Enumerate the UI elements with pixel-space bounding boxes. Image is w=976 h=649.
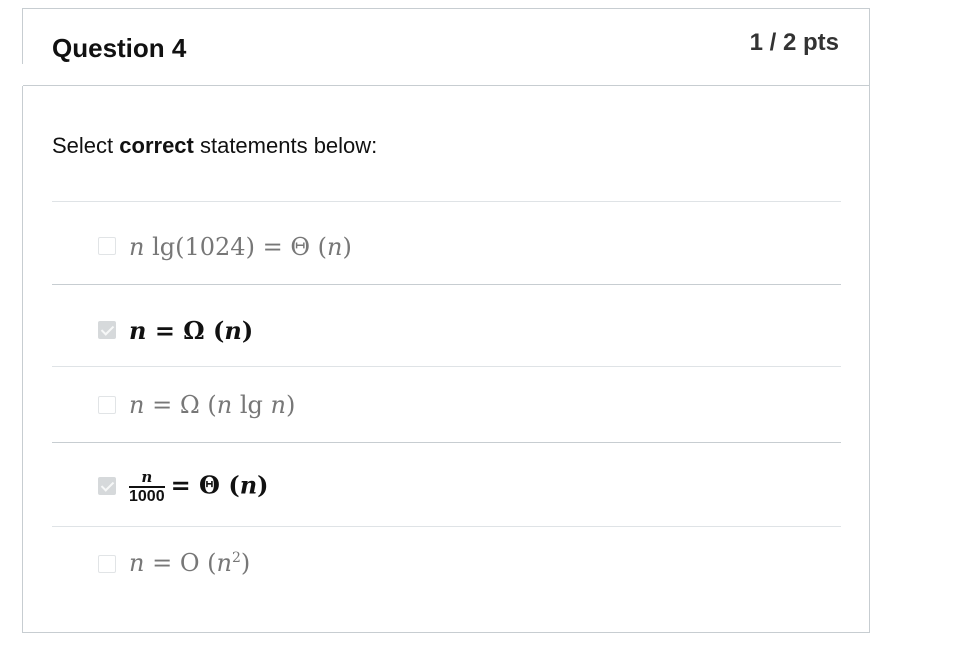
- fraction: n 1000: [129, 468, 165, 505]
- question-title: Question 4: [52, 33, 187, 63]
- question-card: Question 4 1 / 2 pts Select correct stat…: [22, 8, 870, 633]
- answer-checkbox-3[interactable]: [98, 396, 116, 414]
- question-header: Question 4 1 / 2 pts: [23, 9, 869, 86]
- question-prompt: Select correct statements below:: [52, 133, 377, 159]
- answer-option-2[interactable]: n = Ω (n): [52, 284, 841, 366]
- answer-checkbox-1[interactable]: [98, 237, 116, 255]
- answer-option-5[interactable]: n = O (n2): [52, 526, 841, 606]
- prompt-prefix: Select: [52, 133, 120, 158]
- prompt-emphasis: correct: [119, 133, 194, 158]
- answer-checkbox-5[interactable]: [98, 555, 116, 573]
- answer-option-3[interactable]: n = Ω (n lg n): [52, 366, 841, 442]
- answer-math-1: n lg(1024) = Θ (n): [129, 233, 352, 261]
- answer-option-4[interactable]: n 1000 = Θ (n): [52, 442, 841, 526]
- answer-math-5: n = O (n2): [129, 549, 251, 577]
- answer-option-1[interactable]: n lg(1024) = Θ (n): [52, 201, 841, 284]
- answer-math-3: n = Ω (n lg n): [129, 391, 296, 419]
- answer-checkbox-2[interactable]: [98, 321, 116, 339]
- question-points: 1 / 2 pts: [749, 29, 839, 56]
- answer-checkbox-4[interactable]: [98, 477, 116, 495]
- prompt-suffix: statements below:: [193, 133, 378, 158]
- answer-math-4: n 1000 = Θ (n): [129, 468, 269, 505]
- answer-list: n lg(1024) = Θ (n) n = Ω (n) n = Ω (n lg…: [52, 201, 841, 606]
- answer-math-2: n = Ω (n): [129, 316, 254, 345]
